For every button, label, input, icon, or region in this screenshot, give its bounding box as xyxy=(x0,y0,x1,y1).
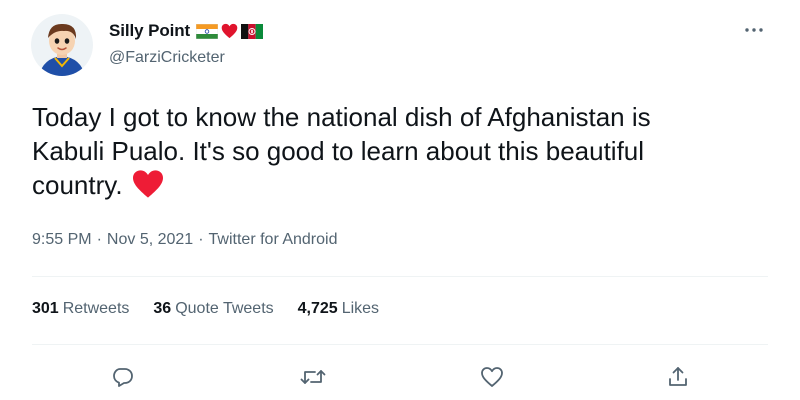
more-icon xyxy=(745,28,763,32)
author-display-name[interactable]: Silly Point xyxy=(109,21,190,41)
retweet-icon xyxy=(300,370,326,384)
name-emoji-group xyxy=(196,23,264,39)
quote-tweets-count: 36 xyxy=(153,300,172,317)
author-handle[interactable]: @FarziCricketer xyxy=(109,49,225,67)
tweet-time[interactable]: 9:55 PM xyxy=(32,231,92,249)
like-button[interactable] xyxy=(477,362,507,392)
reply-button[interactable] xyxy=(108,362,138,392)
likes-label: Likes xyxy=(341,300,380,317)
cartoon-cricketer-avatar-icon xyxy=(31,14,93,76)
tweet-text-container: Today I got to know the national dish of… xyxy=(32,100,772,207)
share-icon xyxy=(669,367,687,386)
meta-separator: · xyxy=(96,231,102,248)
red-heart-icon xyxy=(131,169,165,207)
retweets-label: Retweets xyxy=(62,300,130,317)
likes-stat[interactable]: 4,725 Likes xyxy=(298,300,379,318)
tweet-text: Today I got to know the national dish of… xyxy=(32,102,651,200)
red-heart-icon xyxy=(221,23,238,39)
tweet-card: Silly Point @FarziCricketer Today I got … xyxy=(0,0,800,400)
more-options-button[interactable] xyxy=(740,20,768,40)
engagement-stats: 301 Retweets 36 Quote Tweets 4,725 Likes xyxy=(32,300,379,318)
retweets-count: 301 xyxy=(32,300,59,317)
tweet-meta: 9:55 PM · Nov 5, 2021 · Twitter for Andr… xyxy=(32,231,337,249)
tweet-source[interactable]: Twitter for Android xyxy=(209,231,338,249)
quote-tweets-label: Quote Tweets xyxy=(175,300,274,317)
author-name-row: Silly Point xyxy=(109,21,264,41)
reply-icon xyxy=(113,368,133,387)
likes-count: 4,725 xyxy=(297,300,338,317)
retweets-stat[interactable]: 301 Retweets xyxy=(32,300,129,318)
divider xyxy=(32,344,768,345)
avatar[interactable] xyxy=(31,14,93,76)
india-flag-icon xyxy=(196,23,219,39)
afghanistan-flag-icon xyxy=(241,23,264,39)
tweet-date[interactable]: Nov 5, 2021 xyxy=(107,231,193,249)
meta-separator: · xyxy=(198,231,204,248)
retweet-button[interactable] xyxy=(298,362,328,392)
share-button[interactable] xyxy=(663,362,693,392)
like-icon xyxy=(481,367,503,387)
quote-tweets-stat[interactable]: 36 Quote Tweets xyxy=(153,300,273,318)
divider xyxy=(32,276,768,277)
